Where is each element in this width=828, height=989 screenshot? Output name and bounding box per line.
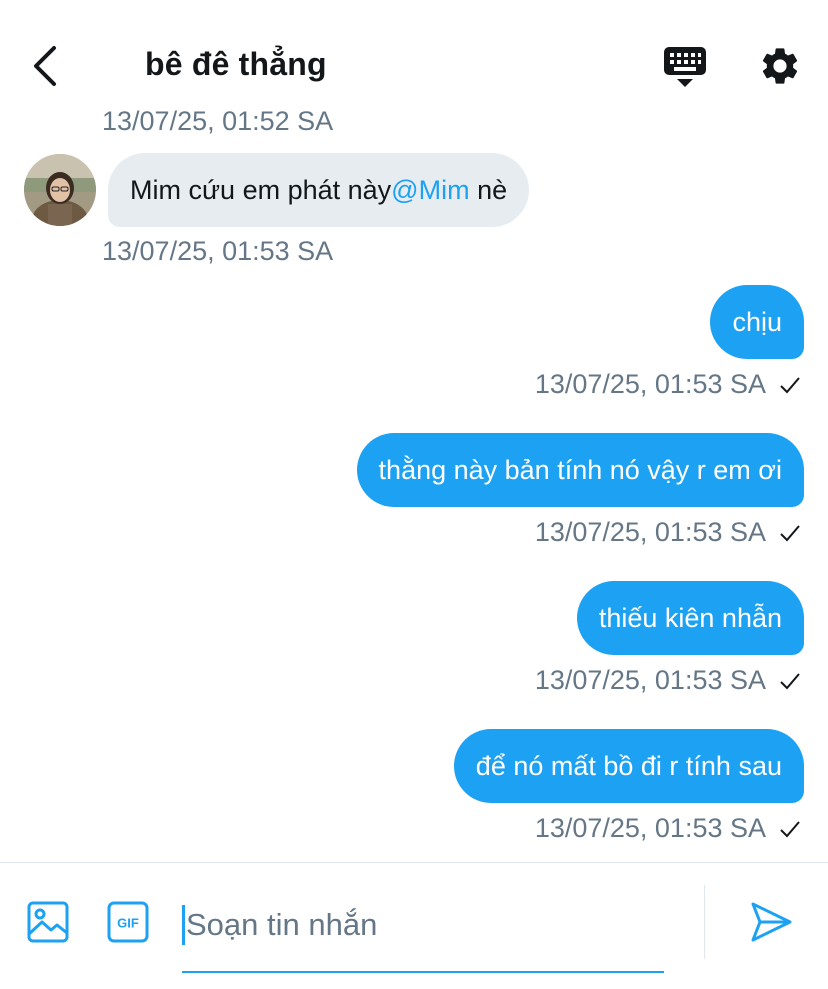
outgoing-message-bubble[interactable]: thiếu kiên nhẫn: [576, 581, 804, 655]
check-icon: [780, 821, 800, 838]
back-button[interactable]: [28, 44, 68, 88]
add-image-button[interactable]: [26, 900, 70, 944]
keyboard-icon: [664, 47, 706, 87]
message-timestamp: 13/07/25, 01:53 SA: [534, 665, 766, 695]
message-input-container: [182, 893, 664, 973]
avatar[interactable]: [24, 154, 96, 226]
outgoing-message-bubble[interactable]: thằng này bản tính nó vậy r em ơi: [356, 433, 804, 507]
keyboard-toggle-button[interactable]: [662, 44, 708, 90]
avatar-image: [24, 154, 96, 226]
outgoing-message-bubble[interactable]: chịu: [710, 285, 804, 359]
add-gif-button[interactable]: GIF: [106, 900, 150, 944]
send-button[interactable]: [748, 899, 794, 945]
message-timestamp: 13/07/25, 01:53 SA: [102, 236, 334, 266]
gear-icon: [762, 48, 798, 84]
message-input[interactable]: [186, 897, 656, 953]
text-caret: [182, 905, 185, 945]
message-timestamp: 13/07/25, 01:53 SA: [534, 517, 766, 547]
message-timestamp: 13/07/25, 01:53 SA: [534, 369, 766, 399]
check-icon: [780, 525, 800, 542]
gif-icon: GIF: [107, 901, 149, 943]
message-timestamp: 13/07/25, 01:52 SA: [102, 106, 334, 136]
message-text: Mim cứu em phát này: [130, 175, 392, 205]
image-icon: [27, 901, 69, 943]
divider: [704, 885, 705, 959]
send-icon: [751, 902, 792, 942]
conversation-header: bê đê thẳng: [0, 0, 828, 110]
message-timestamp: 13/07/25, 01:53 SA: [534, 813, 766, 843]
chevron-left-icon: [34, 46, 56, 86]
gif-label: GIF: [117, 916, 139, 931]
mention-link[interactable]: @Mim: [391, 175, 469, 205]
conversation-title: bê đê thẳng: [145, 46, 327, 82]
message-composer: GIF: [0, 862, 828, 989]
incoming-message-bubble[interactable]: Mim cứu em phát này@Mim nè: [108, 153, 530, 227]
check-icon: [780, 673, 800, 690]
message-text: nè: [469, 175, 508, 205]
check-icon: [780, 377, 800, 394]
outgoing-message-bubble[interactable]: để nó mất bồ đi r tính sau: [453, 729, 804, 803]
settings-button[interactable]: [758, 44, 802, 88]
conversation-view[interactable]: 13/07/25, 01:52 SA Mim cứu em phát này@M…: [0, 0, 828, 862]
